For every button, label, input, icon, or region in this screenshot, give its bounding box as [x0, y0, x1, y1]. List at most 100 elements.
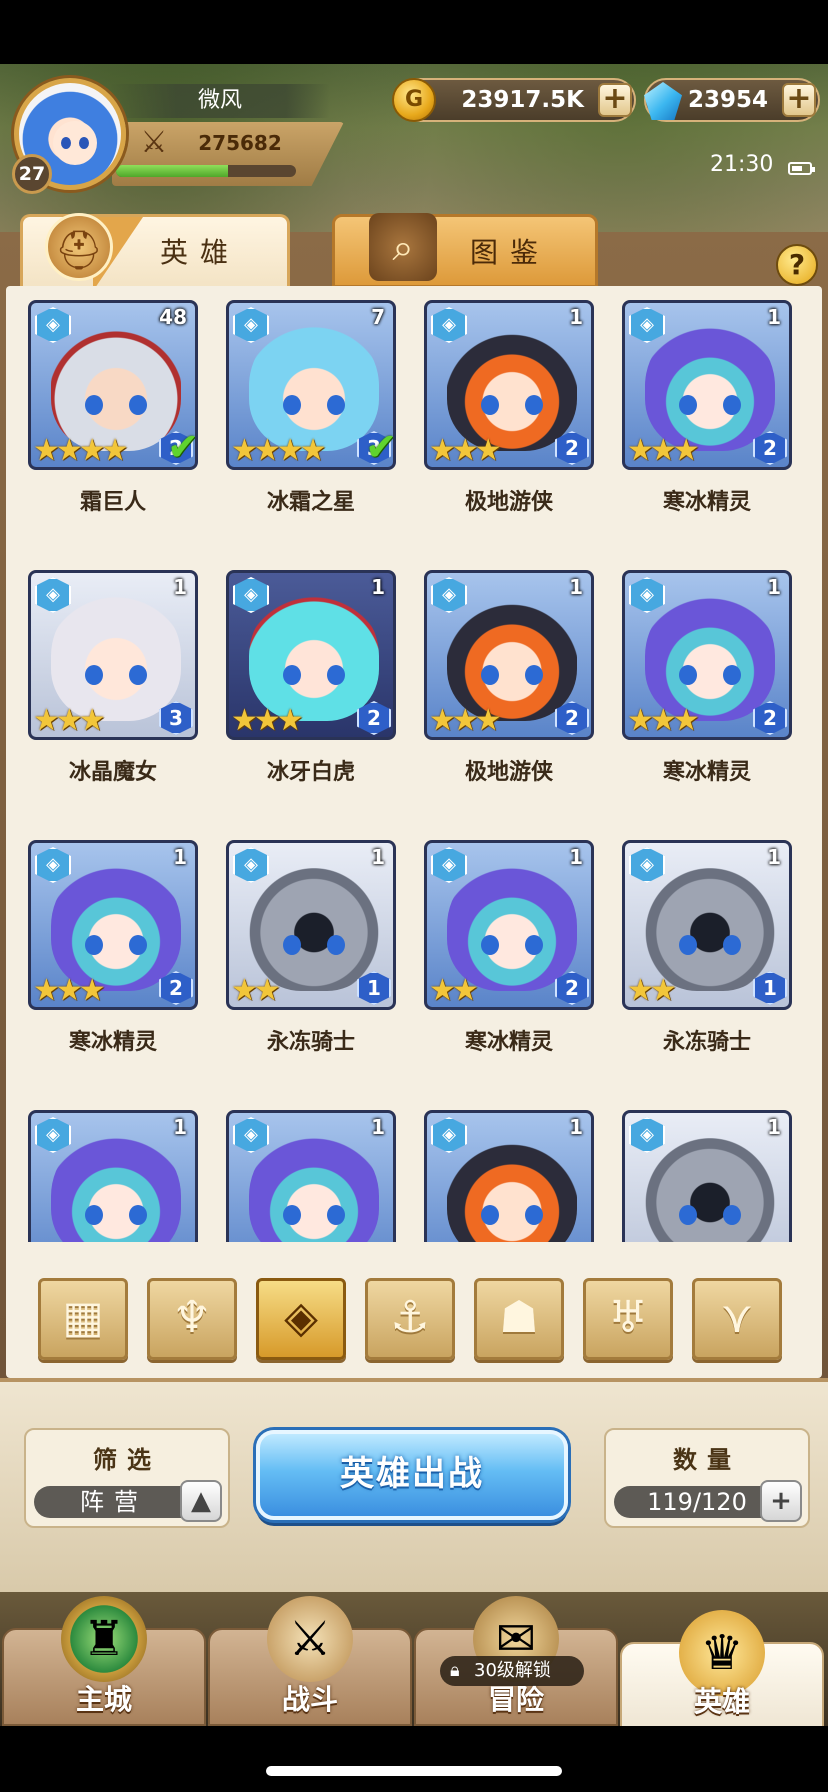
hero-portrait-frame: ◈ 1 ★★★ 2 — [622, 570, 792, 740]
gold-counter: G 23917.5K + — [392, 78, 636, 122]
home-indicator[interactable] — [266, 1766, 562, 1776]
filter-ice-crystal-button[interactable]: ◈ — [256, 1278, 346, 1360]
crossed-swords-icon: ⚔ — [267, 1596, 353, 1682]
hero-stars: ★★ — [627, 973, 677, 1008]
hero-card[interactable]: ◈ 1 — [28, 1110, 200, 1242]
hero-portrait-frame: ◈ 1 ★★★ 2 — [226, 570, 396, 740]
filter-anchor-button[interactable]: ⚓ — [365, 1278, 455, 1360]
hero-card[interactable]: ◈ 1 ★★★ 2 极地游侠 — [424, 300, 596, 530]
hero-level: 1 — [173, 1115, 187, 1139]
hero-portrait — [447, 1131, 577, 1242]
hero-level: 1 — [767, 1115, 781, 1139]
tab-codex[interactable]: ⌕ 图鉴 — [332, 213, 598, 288]
hero-portrait — [51, 1131, 181, 1242]
hero-portrait — [447, 861, 577, 991]
expand-slots-button[interactable]: + — [760, 1480, 802, 1522]
hero-grid[interactable]: ◈ 48 ★★★★ 2 ✔ 霜巨人 ◈ 7 ★★★★ 3 ✔ 冰霜之星 ◈ 1 ★★★ 2 极地游侠 ◈ 1 ★★★ 2… — [28, 300, 800, 1242]
add-gold-button[interactable]: + — [598, 83, 632, 117]
filter-wings-button[interactable]: ⋎ — [692, 1278, 782, 1360]
gold-value: 23917.5K — [461, 87, 584, 113]
faction-ice-icon: ◈ — [629, 307, 665, 343]
hero-portrait-frame: ◈ 1 ★★★ 2 — [622, 300, 792, 470]
wings-icon: ⋎ — [720, 1292, 754, 1343]
nav-crossed-swords[interactable]: ⚔ 战斗 — [208, 1596, 412, 1726]
hero-card[interactable]: ◈ 48 ★★★★ 2 ✔ 霜巨人 — [28, 300, 200, 530]
deploy-heroes-button[interactable]: 英雄出战 — [256, 1430, 568, 1520]
faction-ice-icon: ◈ — [35, 577, 71, 613]
hero-name: 永冻骑士 — [266, 1030, 355, 1055]
tab-heroes[interactable]: ⛑ 英雄 — [20, 213, 290, 291]
hero-portrait — [447, 591, 577, 721]
clock: 21:30 — [710, 152, 774, 177]
hero-card[interactable]: ◈ 1 ★★★ 2 冰牙白虎 — [226, 570, 398, 800]
hero-portrait — [51, 321, 181, 451]
hero-stars: ★★ — [429, 973, 479, 1008]
filter-all-grid-button[interactable]: ▦ — [38, 1278, 128, 1360]
hero-portrait-frame: ◈ 1 ★★★ 2 — [424, 300, 594, 470]
filter-forest-button[interactable]: ♆ — [147, 1278, 237, 1360]
hero-name: 永冻骑士 — [662, 1030, 751, 1055]
hero-stars: ★★★ — [33, 973, 106, 1008]
hero-card[interactable]: ◈ 1 — [226, 1110, 398, 1242]
hero-portrait — [645, 591, 775, 721]
hero-portrait — [249, 1131, 379, 1242]
hero-portrait — [645, 1131, 775, 1242]
hero-portrait — [645, 861, 775, 991]
hero-card[interactable]: ◈ 1 — [424, 1110, 596, 1242]
hero-portrait — [249, 861, 379, 991]
lock-text: 30级解锁 — [474, 1660, 551, 1681]
hero-level: 1 — [767, 305, 781, 329]
hero-card[interactable]: ◈ 1 ★★★ 2 极地游侠 — [424, 570, 596, 800]
hero-level: 1 — [569, 305, 583, 329]
faction-ice-icon: ◈ — [233, 1117, 269, 1153]
hero-portrait-frame: ◈ 48 ★★★★ 2 ✔ — [28, 300, 198, 470]
filter-box: 筛选 阵营 ▲ — [24, 1428, 230, 1528]
hero-card[interactable]: ◈ 1 ★★★ 2 寒冰精灵 — [622, 300, 794, 530]
faction-ice-icon: ◈ — [233, 307, 269, 343]
castle-icon: ♜ — [61, 1596, 147, 1682]
help-button[interactable]: ? — [776, 244, 818, 286]
hero-card[interactable]: ◈ 1 — [622, 1110, 794, 1242]
filter-demon-horns-button[interactable]: ♅ — [583, 1278, 673, 1360]
power-value: 275682 — [198, 131, 282, 155]
battery-icon — [788, 162, 815, 175]
hero-card[interactable]: ◈ 1 ★★ 1 永冻骑士 — [622, 840, 794, 1070]
deployed-check-icon: ✔ — [365, 425, 396, 469]
hero-level: 1 — [569, 575, 583, 599]
hero-card[interactable]: ◈ 1 ★★ 1 永冻骑士 — [226, 840, 398, 1070]
all-grid-icon: ▦ — [62, 1292, 104, 1343]
faction-ice-icon: ◈ — [233, 847, 269, 883]
faction-ice-icon: ◈ — [35, 1117, 71, 1153]
beast-icon: ☗ — [499, 1292, 539, 1343]
hero-name: 极地游侠 — [464, 490, 553, 515]
crossed-swords-icon: ⚔ — [140, 125, 168, 160]
faction-ice-icon: ◈ — [629, 847, 665, 883]
gem-counter: 23954 + — [644, 78, 820, 122]
hero-level: 1 — [173, 575, 187, 599]
gem-icon — [644, 82, 682, 120]
hero-name: 冰霜之星 — [266, 490, 355, 515]
hero-level: 7 — [371, 305, 385, 329]
hero-card[interactable]: ◈ 1 ★★ 2 寒冰精灵 — [424, 840, 596, 1070]
filter-beast-button[interactable]: ☗ — [474, 1278, 564, 1360]
nav-castle[interactable]: ♜ 主城 — [2, 1596, 206, 1726]
nav-hero-crest[interactable]: ♛ 英雄 — [620, 1610, 824, 1728]
nav-label: 主城 — [75, 1683, 132, 1716]
faction-ice-icon: ◈ — [431, 1117, 467, 1153]
hero-name: 寒冰精灵 — [662, 490, 751, 515]
hero-level: 1 — [173, 845, 187, 869]
hero-card[interactable]: ◈ 1 ★★★ 2 寒冰精灵 — [28, 840, 200, 1070]
hero-card[interactable]: ◈ 1 ★★★ 2 寒冰精灵 — [622, 570, 794, 800]
hero-level: 1 — [767, 845, 781, 869]
hero-count-box: 数量 119/120 + — [604, 1428, 810, 1528]
faction-ice-icon: ◈ — [431, 847, 467, 883]
hero-card[interactable]: ◈ 7 ★★★★ 3 ✔ 冰霜之星 — [226, 300, 398, 530]
add-gems-button[interactable]: + — [782, 83, 816, 117]
hero-card[interactable]: ◈ 1 ★★★ 3 冰晶魔女 — [28, 570, 200, 800]
hero-name: 冰晶魔女 — [68, 760, 157, 785]
hero-portrait — [249, 591, 379, 721]
hero-portrait — [51, 861, 181, 991]
filter-toggle-button[interactable]: ▲ — [180, 1480, 222, 1522]
hero-name: 极地游侠 — [464, 760, 553, 785]
count-title: 数量 — [673, 1446, 741, 1474]
